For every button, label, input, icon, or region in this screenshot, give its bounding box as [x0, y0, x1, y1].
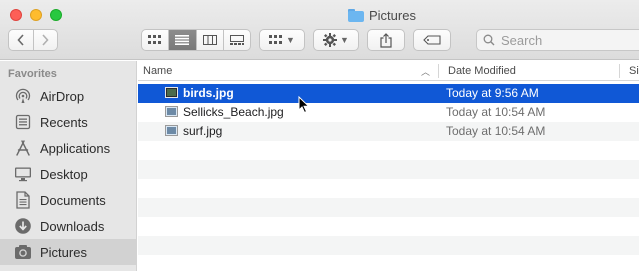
gear-icon	[323, 33, 338, 47]
file-row-birds[interactable]: birds.jpg Today at 9:56 AM	[138, 84, 639, 103]
file-date-modified: Today at 10:54 AM	[446, 124, 546, 138]
image-file-icon	[165, 106, 178, 117]
search-input[interactable]	[501, 32, 631, 48]
navigation-buttons	[8, 29, 58, 51]
sidebar-item-label: Applications	[40, 140, 111, 156]
sidebar-item-pictures[interactable]: Pictures	[0, 239, 137, 265]
sort-ascending-icon: ︿	[421, 67, 431, 77]
empty-row	[138, 255, 639, 271]
chevron-left-icon	[17, 34, 24, 46]
view-mode-selector	[141, 29, 251, 51]
icon-view-icon	[148, 35, 162, 44]
mouse-pointer-icon	[298, 95, 310, 117]
recents-icon	[14, 113, 32, 131]
zoom-window-button[interactable]	[50, 9, 62, 21]
empty-row	[138, 236, 639, 255]
window-title: Pictures	[348, 6, 416, 24]
gallery-view-button[interactable]	[222, 30, 250, 50]
column-view-icon	[202, 35, 217, 45]
downloads-icon	[14, 217, 32, 235]
sidebar-item-applications[interactable]: Applications	[0, 135, 137, 161]
title-bar: Pictures ▼ ▼ Search	[0, 0, 639, 60]
close-window-button[interactable]	[10, 9, 22, 21]
file-date-modified: Today at 9:56 AM	[446, 86, 539, 100]
file-row-surf[interactable]: surf.jpg Today at 10:54 AM	[138, 122, 639, 141]
file-list: Name ︿ Date Modified Si birds.jpg Today …	[138, 61, 639, 271]
gallery-view-icon	[229, 35, 244, 45]
applications-icon	[14, 139, 32, 157]
empty-row	[138, 217, 639, 236]
desktop-icon	[14, 165, 32, 183]
empty-row	[138, 141, 639, 160]
action-menu-button[interactable]: ▼	[313, 29, 359, 51]
edit-tags-button[interactable]	[413, 29, 451, 51]
list-view-icon	[175, 35, 190, 45]
search-icon	[483, 34, 495, 46]
search-field[interactable]	[476, 29, 639, 51]
column-header-size[interactable]: Si	[629, 61, 639, 81]
column-divider[interactable]	[619, 64, 620, 78]
documents-icon	[14, 191, 32, 209]
pictures-icon	[14, 243, 32, 261]
file-name: Sellicks_Beach.jpg	[183, 105, 284, 119]
file-name: birds.jpg	[183, 86, 234, 100]
chevron-right-icon	[42, 34, 49, 46]
column-divider[interactable]	[438, 64, 439, 78]
sidebar-item-documents[interactable]: Documents	[0, 187, 137, 213]
sidebar-item-desktop[interactable]: Desktop	[0, 161, 137, 187]
sidebar-item-label: Pictures	[40, 244, 87, 260]
group-by-button[interactable]: ▼	[259, 29, 305, 51]
file-name: surf.jpg	[183, 124, 223, 138]
list-view-button[interactable]	[168, 30, 196, 50]
column-header-name[interactable]: Name	[143, 61, 435, 81]
list-header: Name ︿ Date Modified Si	[138, 61, 639, 81]
window-title-text: Pictures	[369, 7, 416, 23]
icon-view-button[interactable]	[142, 30, 168, 50]
image-file-icon	[165, 125, 178, 136]
sidebar-item-airdrop[interactable]: AirDrop	[0, 83, 137, 109]
forward-button[interactable]	[32, 30, 58, 50]
minimize-window-button[interactable]	[30, 9, 42, 21]
folder-icon	[348, 8, 364, 22]
image-file-icon	[165, 87, 178, 98]
chevron-down-icon: ▼	[340, 35, 349, 45]
sidebar-item-label: Documents	[40, 192, 106, 208]
airdrop-icon	[14, 87, 32, 105]
sidebar-item-label: AirDrop	[40, 88, 85, 104]
share-button[interactable]	[367, 29, 405, 51]
column-view-button[interactable]	[195, 30, 223, 50]
chevron-down-icon: ▼	[286, 35, 295, 45]
column-header-date-modified[interactable]: Date Modified	[448, 61, 618, 81]
sidebar-item-downloads[interactable]: Downloads	[0, 213, 137, 239]
sidebar-item-recents[interactable]: Recents	[0, 109, 137, 135]
empty-row	[138, 160, 639, 179]
file-date-modified: Today at 10:54 AM	[446, 105, 546, 119]
empty-row	[138, 179, 639, 198]
empty-row	[138, 198, 639, 217]
sidebar: Favorites AirDrop Recents Applications D…	[0, 61, 137, 271]
back-button[interactable]	[9, 30, 33, 50]
file-row-sellicks-beach[interactable]: Sellicks_Beach.jpg Today at 10:54 AM	[138, 103, 639, 122]
sidebar-item-label: Recents	[40, 114, 88, 130]
sidebar-item-label: Desktop	[40, 166, 88, 182]
sidebar-item-label: Downloads	[40, 218, 105, 234]
group-icon	[269, 35, 283, 44]
tag-icon	[423, 35, 441, 45]
sidebar-section-favorites: Favorites	[8, 68, 57, 80]
share-icon	[380, 32, 392, 48]
finder-window: Pictures ▼ ▼ Search Favorites AirDrop Re…	[0, 0, 639, 271]
